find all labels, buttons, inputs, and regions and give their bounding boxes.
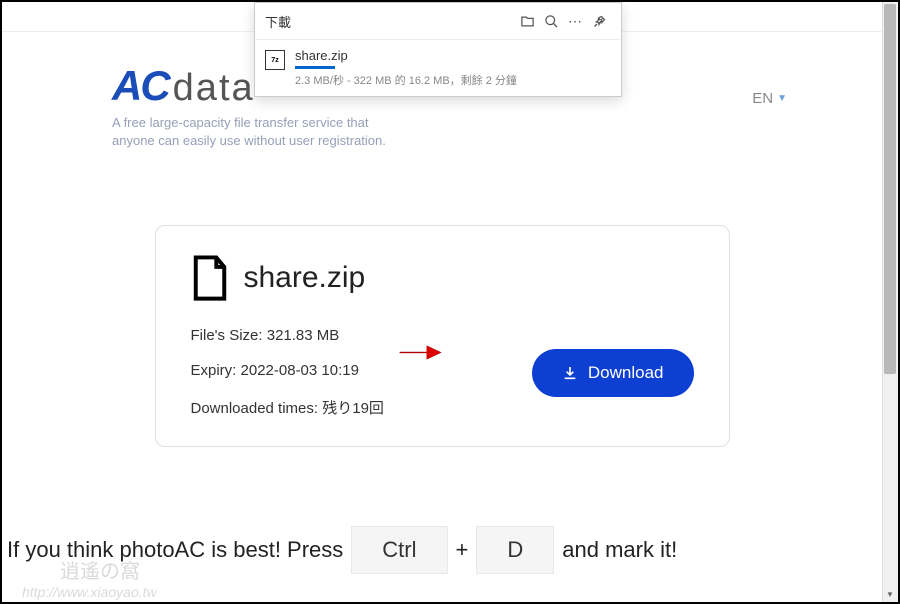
- progress-bar: [295, 66, 335, 69]
- annotation-arrow: [398, 340, 443, 365]
- file-downloads: Downloaded times: 残り19回: [191, 397, 384, 418]
- scrollbar[interactable]: ▲ ▼: [882, 2, 898, 602]
- more-icon[interactable]: ⋯: [563, 9, 587, 33]
- file-expiry: Expiry: 2022-08-03 10:19: [191, 362, 384, 379]
- pin-icon[interactable]: [587, 9, 611, 33]
- tagline: A free large-capacity file transfer serv…: [112, 114, 882, 150]
- file-size: File's Size: 321.83 MB: [191, 327, 384, 344]
- archive-icon: 7z: [265, 50, 285, 70]
- download-status: 2.3 MB/秒 - 322 MB 的 16.2 MB，剩餘 2 分鐘: [295, 72, 611, 88]
- download-icon: [562, 365, 578, 381]
- scroll-down-icon[interactable]: ▼: [882, 586, 898, 602]
- download-popup: 下載 ⋯ 7z share.zip 2.3 MB/秒 - 322 MB 的 16…: [254, 2, 622, 97]
- key-ctrl: Ctrl: [351, 526, 447, 574]
- search-icon[interactable]: [539, 9, 563, 33]
- download-filename: share.zip: [295, 48, 611, 63]
- key-d: D: [476, 526, 554, 574]
- popup-title: 下載: [265, 12, 515, 31]
- scrollbar-thumb[interactable]: [884, 4, 896, 374]
- filename: share.zip: [244, 261, 366, 295]
- download-item[interactable]: 7z share.zip 2.3 MB/秒 - 322 MB 的 16.2 MB…: [255, 40, 621, 96]
- file-card: share.zip File's Size: 321.83 MB Expiry:…: [155, 225, 730, 447]
- chevron-down-icon: ▼: [777, 93, 787, 104]
- language-selector[interactable]: EN ▼: [752, 90, 787, 107]
- folder-icon[interactable]: [515, 9, 539, 33]
- download-button[interactable]: Download: [532, 349, 694, 397]
- watermark-cn: 逍遙の窩: [60, 555, 140, 584]
- watermark-url: http://www.xiaoyao.tw: [22, 584, 157, 600]
- file-icon: [191, 254, 229, 302]
